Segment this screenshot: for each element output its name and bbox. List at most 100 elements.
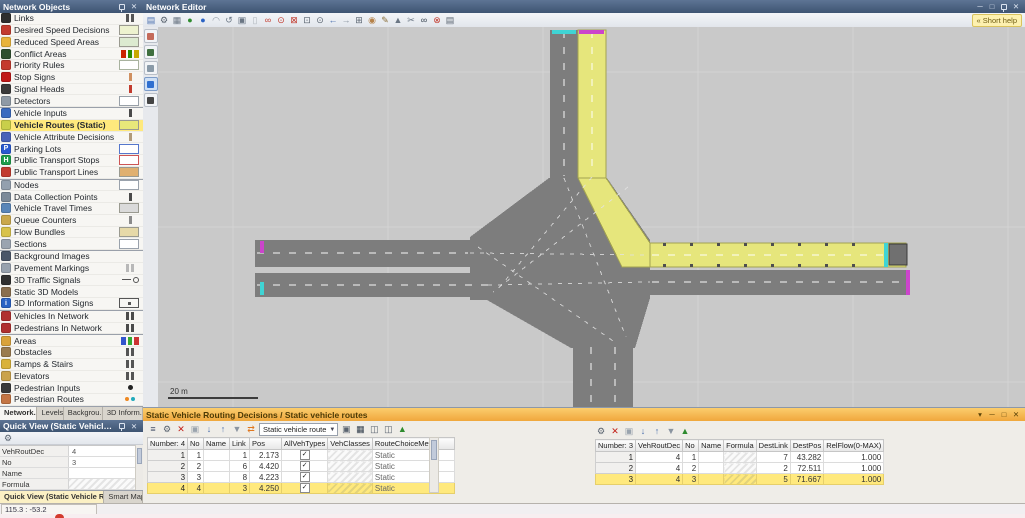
minimize-icon[interactable]: ─: [986, 410, 998, 420]
network-object-item-data-collection-points[interactable]: Data Collection Points: [0, 191, 143, 203]
quick-view-attribute-value[interactable]: [69, 468, 135, 478]
pan-icon[interactable]: ◉: [366, 14, 378, 26]
maximize-icon[interactable]: □: [986, 2, 998, 12]
copy-icon[interactable]: ▣: [236, 14, 248, 26]
vehicle-display-icon[interactable]: ⊞: [353, 14, 365, 26]
sidebar-tab-2[interactable]: Levels: [37, 407, 64, 420]
filter-icon[interactable]: ▼: [665, 426, 677, 438]
cell-link[interactable]: 1: [229, 449, 251, 461]
cell-name[interactable]: [203, 471, 231, 483]
sort-descending-icon[interactable]: ↑: [651, 426, 663, 438]
row-number[interactable]: 3: [594, 473, 637, 485]
chart-icon[interactable]: ▲: [679, 426, 691, 438]
cell-pos[interactable]: 4.223: [249, 471, 283, 483]
camera-off-icon[interactable]: ⊗: [431, 14, 443, 26]
cell-vehroutdec[interactable]: 4: [635, 451, 684, 463]
wrench-icon[interactable]: ⚙: [2, 432, 14, 444]
row-number[interactable]: 4: [146, 482, 189, 494]
find-icon[interactable]: ∞: [418, 14, 430, 26]
decisions-row[interactable]: 4 4 3 4.250 ✓ Static: [146, 482, 455, 494]
node-tool-icon[interactable]: ▲: [392, 14, 404, 26]
checkbox-checked-icon[interactable]: ✓: [299, 483, 310, 493]
row-number[interactable]: 3: [146, 471, 189, 483]
network-object-item-pavement-markings[interactable]: Pavement Markings: [0, 263, 143, 275]
list-menu-icon[interactable]: ≡: [147, 424, 159, 436]
column-header-no[interactable]: No: [187, 437, 205, 450]
column-header-formula[interactable]: Formula: [723, 439, 757, 452]
binoculars-icon[interactable]: ∞: [262, 14, 274, 26]
column-header-destlink[interactable]: DestLink: [755, 439, 791, 452]
cell-name[interactable]: [698, 473, 725, 485]
sidebar-tab-1[interactable]: Network...: [0, 407, 38, 420]
lasso-icon[interactable]: ◠: [210, 14, 222, 26]
editor-tool-signal-icon[interactable]: [143, 29, 158, 43]
row-number[interactable]: 1: [594, 451, 637, 463]
network-object-item-pedestrians-in-network[interactable]: Pedestrians In Network: [0, 322, 143, 335]
cell-allvehtypes[interactable]: ✓: [281, 471, 329, 483]
globe-icon[interactable]: ●: [184, 14, 196, 26]
cell-destpos[interactable]: 71.667: [789, 473, 825, 485]
network-object-item-vehicle-attribute-decisions[interactable]: Vehicle Attribute Decisions: [0, 131, 143, 144]
load-layout-icon[interactable]: ◫: [382, 424, 394, 436]
editor-tool-level-icon[interactable]: [143, 45, 158, 59]
cell-vehclasses[interactable]: [327, 460, 373, 472]
network-object-item-signal-heads[interactable]: Signal Heads: [0, 83, 143, 96]
cell-no[interactable]: 2: [682, 462, 700, 474]
cell-formula[interactable]: [723, 473, 757, 485]
row-number[interactable]: 1: [146, 449, 189, 461]
relation-dropdown[interactable]: Static vehicle route ▼: [259, 423, 339, 436]
network-object-item-background-images[interactable]: Background Images: [0, 250, 143, 263]
network-object-item-parking-lots[interactable]: P Parking Lots: [0, 143, 143, 155]
cell-routechoicemeth[interactable]: Static: [371, 460, 455, 472]
sort-ascending-icon[interactable]: ↓: [637, 426, 649, 438]
save-layout-icon[interactable]: ◫: [368, 424, 380, 436]
print-icon[interactable]: ▤: [444, 14, 456, 26]
cell-name[interactable]: [203, 482, 231, 494]
cell-routechoicemeth[interactable]: Static: [371, 449, 455, 461]
checkbox-checked-icon[interactable]: ✓: [299, 472, 310, 482]
previous-view-icon[interactable]: ←: [327, 14, 339, 26]
column-header-allvehtypes[interactable]: AllVehTypes: [281, 437, 329, 450]
close-icon[interactable]: ✕: [128, 2, 140, 12]
pin-icon[interactable]: [116, 2, 128, 12]
cell-vehroutdec[interactable]: 4: [635, 462, 684, 474]
cell-routechoicemeth[interactable]: Static: [371, 482, 455, 494]
cell-pos[interactable]: 4.420: [249, 460, 283, 472]
delete-icon[interactable]: ✕: [175, 424, 187, 436]
checkbox-checked-icon[interactable]: ✓: [299, 461, 310, 471]
cell-allvehtypes[interactable]: ✓: [281, 449, 329, 461]
column-header-vehroutdec[interactable]: VehRoutDec: [635, 439, 684, 452]
cell-no[interactable]: 3: [187, 471, 205, 483]
network-object-item-sections[interactable]: Sections: [0, 238, 143, 250]
network-object-item-vehicle-travel-times[interactable]: Vehicle Travel Times: [0, 203, 143, 215]
cell-name[interactable]: [203, 460, 231, 472]
routes-count-header[interactable]: Number: 3: [594, 439, 637, 452]
select-mode-icon[interactable]: ▤: [145, 14, 157, 26]
chart-icon[interactable]: ▲: [396, 424, 408, 436]
show-entire-network-icon[interactable]: ⊠: [288, 14, 300, 26]
cell-no[interactable]: 2: [187, 460, 205, 472]
cell-formula[interactable]: [723, 451, 757, 463]
filter-icon[interactable]: ▼: [231, 424, 243, 436]
network-object-item-nodes[interactable]: Nodes: [0, 178, 143, 192]
sidebar-tab-3[interactable]: Backgrou...: [64, 407, 103, 420]
routes-row[interactable]: 2 4 2 2 72.511 1.000: [594, 462, 885, 474]
cell-name[interactable]: [698, 451, 725, 463]
cell-pos[interactable]: 4.250: [249, 482, 283, 494]
wrench-icon[interactable]: ⚙: [595, 426, 607, 438]
network-object-item-public-transport-stops[interactable]: H Public Transport Stops: [0, 155, 143, 167]
network-object-item-desired-speed-decisions[interactable]: Desired Speed Decisions: [0, 25, 143, 37]
close-icon[interactable]: ✕: [128, 421, 140, 431]
cell-destlink[interactable]: 5: [755, 473, 791, 485]
editor-tool-background-icon[interactable]: [143, 61, 158, 75]
map-marker-icon[interactable]: ●: [197, 14, 209, 26]
cell-name[interactable]: [698, 462, 725, 474]
cell-destpos[interactable]: 43.282: [789, 451, 825, 463]
editor-tool-smartmap-icon[interactable]: [143, 77, 158, 91]
cell-no[interactable]: 1: [682, 451, 700, 463]
cell-relflow[interactable]: 1.000: [823, 462, 885, 474]
column-header-no[interactable]: No: [682, 439, 700, 452]
network-object-item-priority-rules[interactable]: Priority Rules: [0, 60, 143, 72]
minimize-icon[interactable]: ─: [974, 2, 986, 12]
cell-vehclasses[interactable]: [327, 482, 373, 494]
